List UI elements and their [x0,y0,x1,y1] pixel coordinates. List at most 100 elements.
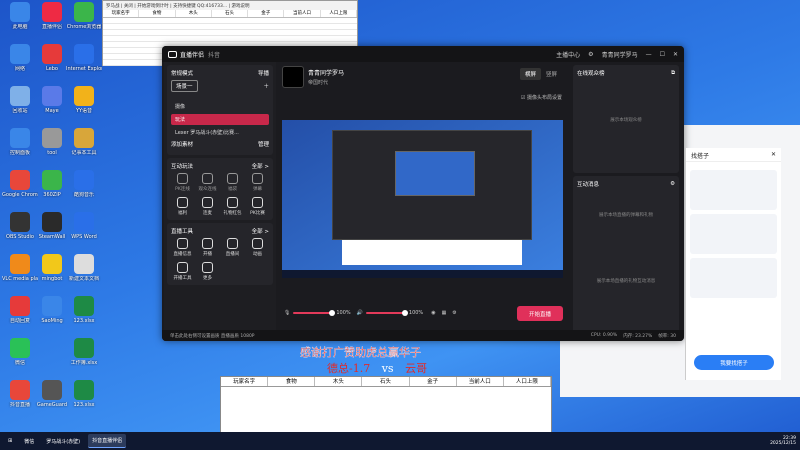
feature-item[interactable]: 动画 [246,238,269,257]
desktop-icon[interactable]: 123.xlsx [66,380,102,408]
feature-item[interactable]: 开播 [196,238,219,257]
record-icon[interactable]: ◉ [431,310,435,316]
desktop-icon[interactable]: 此电脑 [2,2,38,30]
camera-layout-toggle[interactable]: ☑ 摄像头布局设置 [521,94,562,101]
messages-empty-text: 展示本场直播的弹幕和礼物 [599,213,653,218]
desktop-icon[interactable]: WPS Word [66,212,102,240]
interactive-more-link[interactable]: 全部 > [252,162,269,170]
desktop-icon[interactable]: Internet Explorer [66,44,102,72]
header-link-streamer-center[interactable]: 主播中心 [556,50,580,59]
feature-item[interactable]: 观众连线 [196,173,219,192]
feature-item[interactable]: PK比赛 [246,197,269,216]
desktop-icon[interactable]: Google Chrome [2,170,38,198]
start-icon[interactable]: ⊞ [4,434,16,448]
speaker-icon[interactable]: 🔊 [357,310,363,316]
status-text[interactable]: 单击此处右侧可设置画质 直播画质 1080P [170,333,255,339]
desktop-icon[interactable]: 360ZIP [34,170,70,198]
feature-item[interactable]: 礼物红包 [221,197,244,216]
popout-icon[interactable]: ⧉ [671,70,675,77]
feature-item[interactable]: 福袋 [221,173,244,192]
feature-label: 更多 [203,276,212,281]
manage-button[interactable]: 管理 [258,140,269,148]
desktop-icon[interactable]: GameGuard [34,380,70,408]
desktop-icon-label: OBS Studio [6,234,34,240]
bottom-player-table[interactable]: 玩家名字 食物 木头 石头 金子 当前人口 人口上限 [220,376,552,436]
app-icon [42,170,62,190]
start-live-button[interactable]: 开始直播 [517,306,563,321]
feature-label: 开播工具 [173,276,192,281]
import-button[interactable]: 导播 [258,69,269,77]
taskbar-clock[interactable]: 22:39 2025/12/15 [770,436,796,447]
scene-mode-select[interactable]: 常规模式 [171,69,193,77]
stream-preview[interactable] [282,120,563,278]
feature-label: 开播 [203,252,212,257]
desktop-icon[interactable]: 控制面板 [2,128,38,156]
left-panel: 常规模式 导播 场景一 ＋ 摄像 玩法 Lexer 罗马战斗(赤壁)比赛... … [164,62,276,341]
desktop-icon[interactable]: 新建文本文档 [66,254,102,282]
desktop-icon[interactable]: YY语音 [66,86,102,114]
desktop-icon[interactable]: Chrome浏览器 [66,2,102,30]
center-panel: 青青同学罗马 帝国时代 横屏 竖屏 ☑ 摄像头布局设置 [278,62,568,341]
desktop-icon[interactable]: 微信 [2,338,38,366]
find-partner-button[interactable]: 我要找搭子 [694,355,774,370]
desktop-icon[interactable]: tool [34,128,70,156]
desktop-icon[interactable]: 回收站 [2,86,38,114]
scene-item-camera[interactable]: 摄像 [171,101,269,112]
tools-more-link[interactable]: 全部 > [252,227,269,235]
streamer-category[interactable]: 帝国时代 [308,79,344,86]
desktop-icon[interactable]: 抖音直播 [2,380,38,408]
maximize-icon[interactable]: ☐ [660,51,665,58]
desktop-icon[interactable]: SaoMing [34,296,70,324]
minimize-icon[interactable]: — [646,51,652,58]
feature-item[interactable]: 更多 [196,262,219,281]
desktop-icon[interactable]: 自动回复 [2,296,38,324]
scene-item-lexer[interactable]: Lexer 罗马战斗(赤壁)比赛... [171,127,269,138]
mic-icon[interactable]: 🎙 [284,310,290,316]
mic-volume-slider[interactable] [293,310,336,316]
desktop-icon[interactable]: Maye [34,86,70,114]
desktop-icon[interactable]: Lebo [34,44,70,72]
desktop-icon[interactable]: 工作簿.xlsx [66,338,102,366]
desktop-icon[interactable]: OBS Studio [2,212,38,240]
tab-landscape[interactable]: 横屏 [519,68,541,80]
messages-panel: 互动消息 ⚙ 展示本场直播的弹幕和礼物 展示本场直播的礼物互动消息 [573,176,679,336]
desktop-icon[interactable]: 直播伴侣 [34,2,70,30]
desktop-icon[interactable]: 网络 [2,44,38,72]
settings-icon[interactable]: ⚙ [588,51,593,58]
scene-tab[interactable]: 场景一 [171,80,198,92]
feature-label: 直播间 [225,252,240,257]
tools-section: 直播工具 全部 > 直播信息 开播 直播间 动画 开播工具 更多 [167,223,273,285]
side-panel-title: 找搭子 [691,153,710,160]
side-close-icon[interactable]: ✕ [771,151,776,158]
feature-item[interactable]: 直播间 [221,238,244,257]
feature-item[interactable]: 直播信息 [171,238,194,257]
desktop-icon[interactable]: 酷狗音乐 [66,170,102,198]
desktop-icon[interactable]: mingbot [34,254,70,282]
desktop-icon[interactable]: 123.xlsx [66,296,102,324]
filter-icon[interactable]: ▦ [442,310,447,316]
feature-item[interactable]: 福利 [171,197,194,216]
taskbar-item-game[interactable]: 罗马战斗(赤壁) [42,434,84,448]
taskbar-item-live[interactable]: 抖音直播伴侣 [88,434,127,448]
feature-item[interactable]: 开播工具 [171,262,194,281]
speaker-volume-slider[interactable] [365,310,408,316]
desktop-icon[interactable]: 记事本工具 [66,128,102,156]
feature-item[interactable]: PK连线 [171,173,194,192]
feature-item[interactable]: 弹幕 [246,173,269,192]
add-scene-icon[interactable]: ＋ [263,82,269,90]
messages-settings-icon[interactable]: ⚙ [670,181,675,187]
close-icon[interactable]: ✕ [673,51,678,58]
feature-item[interactable]: 连麦 [196,197,219,216]
desktop-icon[interactable]: SteamWall [34,212,70,240]
cpu-usage: CPU: 0.90% [590,333,618,338]
scene-item-gameplay[interactable]: 玩法 [171,114,269,125]
add-material-button[interactable]: 添加素材 [171,140,193,148]
settings-gear-icon[interactable]: ⚙ [452,310,456,316]
taskbar-item-wechat[interactable]: 微信 [20,434,38,448]
tab-portrait[interactable]: 竖屏 [541,68,562,80]
column-header: 食物 [268,377,316,386]
app-icon [74,170,94,190]
user-name[interactable]: 青青同学罗马 [602,50,638,59]
desktop-icon-label: 直播伴侣 [41,24,62,30]
desktop-icon[interactable]: VLC media player [2,254,38,282]
